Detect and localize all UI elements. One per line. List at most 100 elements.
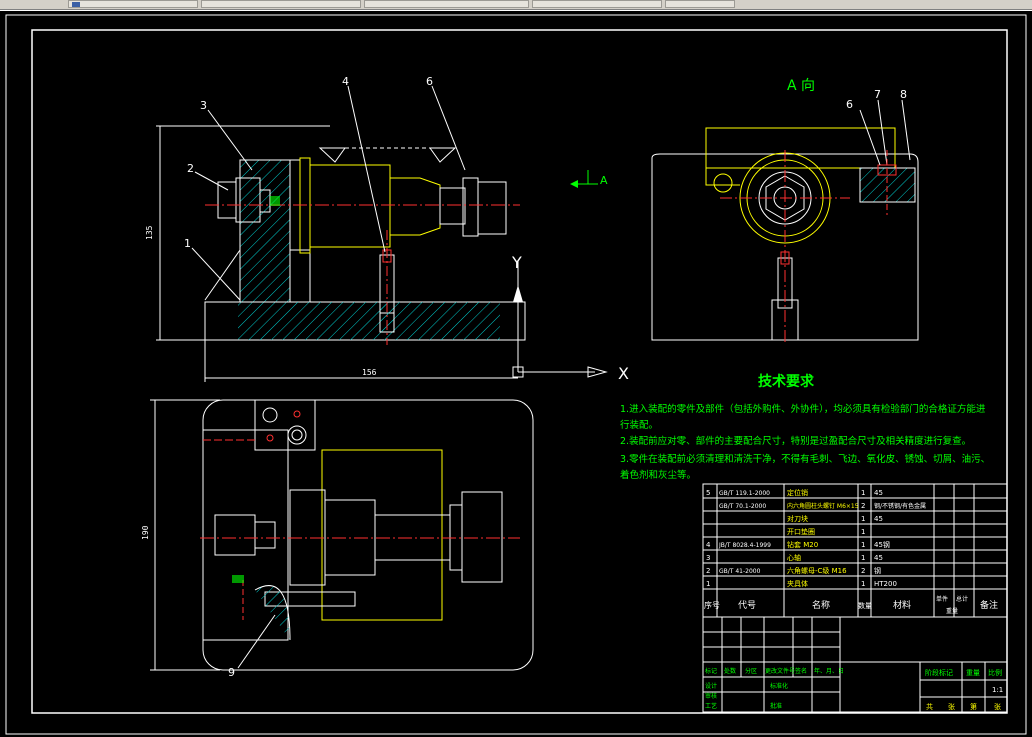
bom-row-no: 4	[706, 541, 711, 549]
bom-row-no: 2	[706, 567, 710, 575]
bom-row-mat: 45	[874, 554, 883, 562]
leader-9: 9	[228, 666, 235, 679]
tech-title: 技术要求	[758, 373, 815, 390]
bom-row-qty: 2	[861, 502, 865, 510]
bom-row-mat: 45	[874, 515, 883, 523]
tech-line-2: 行装配。	[620, 419, 658, 431]
bom-row-no: 1	[706, 580, 710, 588]
bom-row-mat: HT200	[874, 580, 897, 588]
bom-header-code: 代号	[738, 600, 756, 611]
tech-line-5: 着色剂和灰尘等。	[620, 469, 696, 481]
plan-workpiece	[321, 449, 443, 621]
paper-border	[5, 14, 1027, 735]
bom-header-mat: 材料	[893, 599, 911, 611]
tb-design: 设计	[705, 682, 717, 690]
bom-header-name: 名称	[812, 599, 830, 611]
bom-row-name: 六角螺母-C级 M16	[787, 566, 847, 575]
tb-label: 标记	[705, 667, 717, 675]
bom-row-name: 夹具体	[787, 579, 808, 588]
tb-label: 年、月、日	[814, 667, 844, 675]
plan-view: 190 9	[141, 399, 534, 679]
bom-row-no: 5	[706, 489, 710, 497]
bom-row-name: 钻套 M20	[787, 540, 818, 549]
bom-header-note: 备注	[980, 599, 998, 611]
taskbar	[0, 0, 1032, 10]
app-icon	[72, 2, 80, 7]
tb-sheet: 张	[994, 702, 1001, 711]
bom-row-mat: 钢/不锈钢/有色金属	[874, 502, 926, 510]
bom-row-name: 定位销	[787, 488, 808, 497]
tech-requirements: 技术要求 1.进入装配的零件及部件（包括外购件、外协件），均必须具有检验部门的合…	[620, 373, 990, 481]
tb-sheet: 第	[970, 702, 977, 711]
tb-sheet: 张	[948, 702, 955, 711]
taskbar-button-2[interactable]	[201, 0, 361, 8]
bom-header-no: 序号	[704, 600, 720, 610]
leader-4: 4	[342, 75, 349, 88]
bom-row-mat: 钢	[874, 566, 881, 575]
bom-row-mat: 45钢	[874, 540, 890, 549]
tb-label: 更改文件号	[765, 667, 795, 675]
bom-row-no: 3	[706, 554, 710, 562]
tech-line-4: 3.零件在装配前必须清理和清洗干净，不得有毛刺、飞边、氧化皮、锈蚀、切屑、油污、	[620, 453, 990, 465]
bom-header-qty: 数量	[858, 601, 872, 610]
leader-side-6: 6	[846, 98, 853, 111]
leader-2: 2	[187, 162, 194, 175]
dim-width: 156	[362, 368, 377, 377]
leader-1: 1	[184, 237, 191, 250]
bom-header-weight: 重量	[946, 607, 958, 615]
tb-std: 标准化	[770, 682, 788, 690]
tb-label: 签名	[795, 667, 807, 675]
axis-x-label: X	[618, 364, 629, 383]
upright	[239, 159, 291, 303]
taskbar-button-4[interactable]	[532, 0, 662, 8]
bom-header-single: 单件	[936, 595, 948, 603]
bom-row-qty: 1	[861, 580, 865, 588]
bom-row-qty: 1	[861, 489, 865, 497]
leader-side-7: 7	[874, 88, 881, 101]
tb-weight: 重量	[966, 669, 980, 677]
bom-row-name: 开口垫圈	[787, 527, 815, 536]
bom-row-mat: 45	[874, 489, 883, 497]
tb-audit: 审核	[705, 692, 717, 700]
bom-row-code: GB/T 41-2000	[719, 568, 761, 575]
taskbar-button-1[interactable]	[68, 0, 198, 8]
leader-3: 3	[200, 99, 207, 112]
tb-craft: 工艺	[705, 702, 717, 710]
bom-row-name: 内六角圆柱头螺钉 M6×15	[787, 502, 859, 510]
bom-row-qty: 1	[861, 528, 865, 536]
bom-row-code: JB/T 8028.4-1999	[718, 542, 771, 549]
bom-row-qty: 1	[861, 554, 865, 562]
view-a-title: A 向	[787, 78, 815, 94]
bom-row-name: 心轴	[787, 553, 801, 562]
tb-approve: 批准	[770, 702, 782, 710]
bom-row-code: GB/T 119.1-2000	[719, 490, 770, 497]
front-view: Y X 135 156 1 2 3 4 6	[145, 75, 629, 383]
bom-row-qty: 1	[861, 515, 865, 523]
bom-row-code: GB/T 70.1-2000	[719, 503, 766, 510]
side-view: A 向 6 7 8	[651, 78, 919, 345]
axis-y-label: Y	[511, 253, 522, 272]
cad-drawing: Y X 135 156 1 2 3 4 6 A A 向 6 7 8 190 9 …	[5, 14, 1027, 735]
dim-plan-height: 190	[141, 525, 150, 540]
tb-scale: 比例	[988, 668, 1002, 677]
tb-sheet: 共	[926, 702, 933, 711]
bom-row-name: 对刀块	[787, 514, 808, 523]
bom-text: 5 GB/T 119.1-2000 定位销 1 45 GB/T 70.1-200…	[704, 488, 1003, 711]
bom-row-qty: 1	[861, 541, 865, 549]
cad-viewport[interactable]: Y X 135 156 1 2 3 4 6 A A 向 6 7 8 190 9 …	[0, 11, 1032, 737]
tb-label: 分区	[745, 667, 757, 675]
taskbar-button-3[interactable]	[364, 0, 529, 8]
taskbar-button-5[interactable]	[665, 0, 735, 8]
tb-label: 处数	[724, 667, 736, 675]
bom-header-total: 总计	[956, 595, 968, 603]
view-arrow-label: A	[600, 174, 608, 187]
leader-side-8: 8	[900, 88, 907, 101]
tech-line-1: 1.进入装配的零件及部件（包括外购件、外协件），均必须具有检验部门的合格证方能进	[620, 403, 986, 415]
tech-line-3: 2.装配前应对零、部件的主要配合尺寸，特别是过盈配合尺寸及相关精度进行复查。	[620, 435, 971, 447]
base-hatch	[238, 302, 500, 340]
tb-scale-value: 1:1	[992, 686, 1003, 694]
workpiece	[309, 164, 391, 248]
tb-stage: 阶段标记	[925, 668, 953, 677]
leader-6: 6	[426, 75, 433, 88]
dim-height: 135	[145, 225, 154, 240]
